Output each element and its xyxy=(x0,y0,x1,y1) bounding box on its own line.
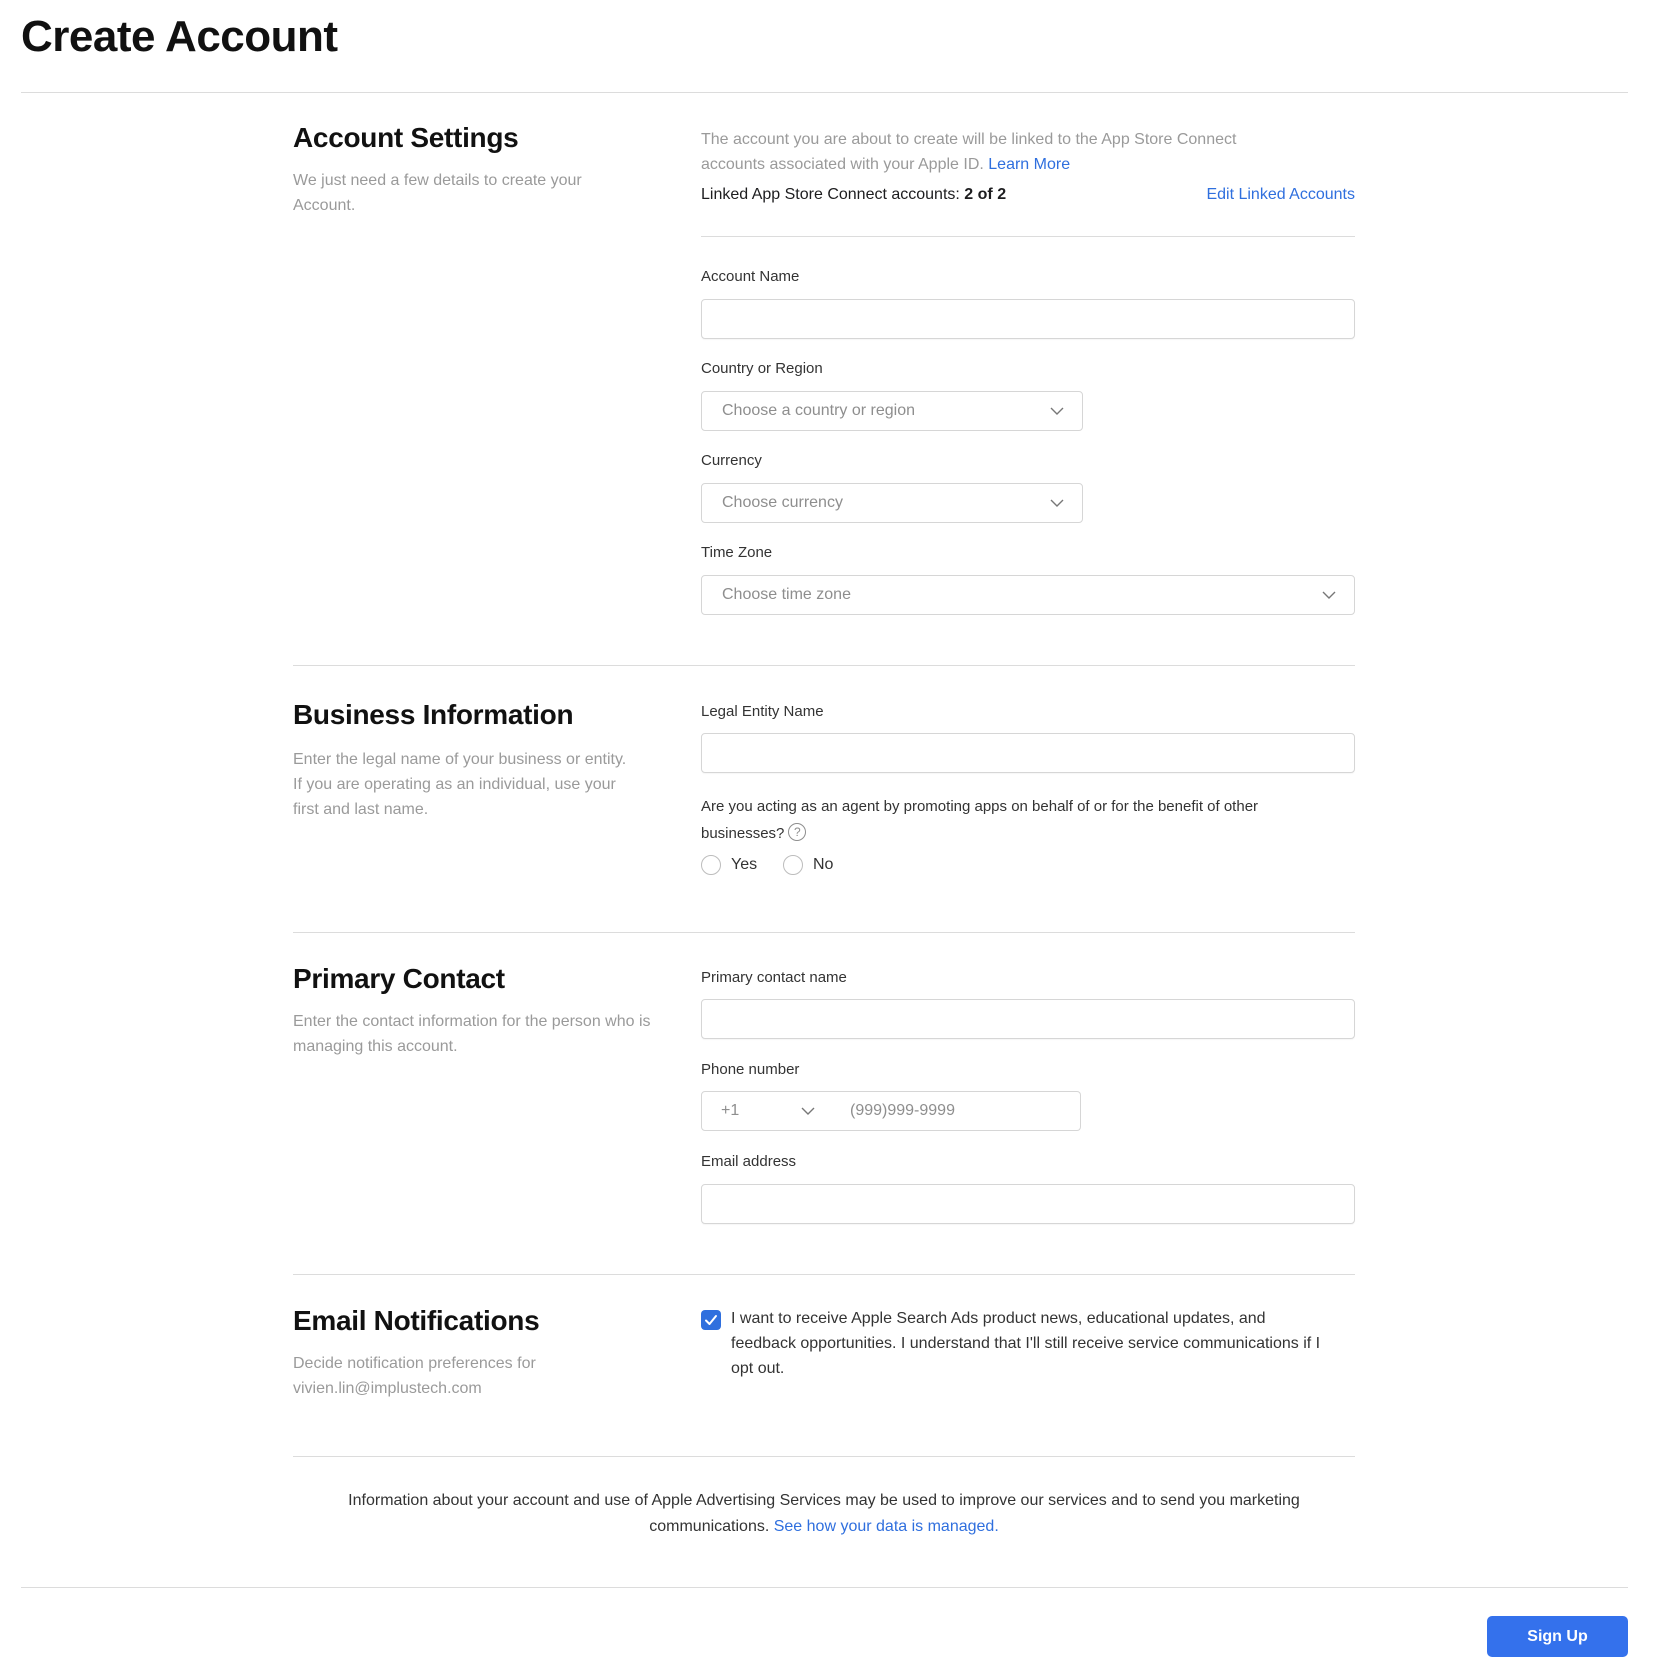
country-code-value: +1 xyxy=(721,1102,740,1119)
phone-number-label: Phone number xyxy=(701,1061,800,1078)
chevron-down-icon xyxy=(801,1107,815,1115)
legal-entity-input[interactable] xyxy=(701,733,1355,773)
currency-placeholder: Choose currency xyxy=(722,494,843,511)
email-address-input[interactable] xyxy=(701,1184,1355,1224)
business-information-description: Enter the legal name of your business or… xyxy=(293,751,627,818)
sign-up-button[interactable]: Sign Up xyxy=(1487,1616,1628,1657)
legal-entity-label: Legal Entity Name xyxy=(701,703,824,720)
linked-accounts-count: 2 of 2 xyxy=(964,186,1007,203)
edit-linked-accounts-link[interactable]: Edit Linked Accounts xyxy=(1206,186,1355,204)
page-title: Create Account xyxy=(21,12,338,61)
linked-accounts-status: Linked App Store Connect accounts: 2 of … xyxy=(701,186,1007,203)
section-divider xyxy=(293,665,1355,666)
section-divider xyxy=(293,932,1355,933)
phone-placeholder: (999)999-9999 xyxy=(850,1102,955,1119)
business-information-title: Business Information xyxy=(293,699,574,730)
country-placeholder: Choose a country or region xyxy=(722,402,915,419)
linked-info-text: The account you are about to create will… xyxy=(701,131,1237,173)
email-notifications-title: Email Notifications xyxy=(293,1305,540,1336)
country-code-select[interactable]: +1 xyxy=(701,1091,832,1131)
section-divider xyxy=(293,1274,1355,1275)
chevron-down-icon xyxy=(1050,499,1064,507)
account-name-label: Account Name xyxy=(701,268,800,285)
section-divider xyxy=(293,1456,1355,1457)
marketing-opt-in-label: I want to receive Apple Search Ads produ… xyxy=(731,1310,1321,1377)
timezone-select[interactable]: Choose time zone xyxy=(701,575,1355,615)
agent-yes-label: Yes xyxy=(731,856,758,873)
currency-select[interactable]: Choose currency xyxy=(701,483,1083,523)
header-divider xyxy=(21,92,1628,93)
timezone-placeholder: Choose time zone xyxy=(722,586,851,603)
divider xyxy=(701,236,1355,237)
agent-question: Are you acting as an agent by promoting … xyxy=(701,798,1259,842)
account-name-input[interactable] xyxy=(701,299,1355,339)
footer-divider xyxy=(21,1587,1628,1588)
agent-no-radio[interactable] xyxy=(783,855,803,875)
marketing-opt-in-checkbox[interactable] xyxy=(701,1310,721,1330)
user-email: vivien.lin@implustech.com xyxy=(293,1380,482,1397)
primary-contact-title: Primary Contact xyxy=(293,963,505,994)
primary-contact-name-input[interactable] xyxy=(701,999,1355,1039)
data-usage-notice: Information about your account and use o… xyxy=(348,1492,1300,1535)
account-settings-description: We just need a few details to create you… xyxy=(293,172,582,214)
data-management-link[interactable]: See how your data is managed. xyxy=(774,1518,999,1535)
question-circle-icon[interactable]: ? xyxy=(788,823,807,841)
primary-contact-description: Enter the contact information for the pe… xyxy=(293,1013,651,1055)
country-select[interactable]: Choose a country or region xyxy=(701,391,1083,431)
learn-more-link[interactable]: Learn More xyxy=(988,156,1070,173)
currency-label: Currency xyxy=(701,452,762,469)
email-notifications-description: Decide notification preferences for vivi… xyxy=(293,1351,653,1401)
agent-yes-radio[interactable] xyxy=(701,855,721,875)
timezone-label: Time Zone xyxy=(701,544,773,561)
email-address-label: Email address xyxy=(701,1153,797,1170)
chevron-down-icon xyxy=(1050,407,1064,415)
account-settings-title: Account Settings xyxy=(293,122,519,153)
primary-contact-name-label: Primary contact name xyxy=(701,969,847,986)
agent-no-label: No xyxy=(813,856,834,873)
phone-number-input[interactable]: (999)999-9999 xyxy=(831,1091,1081,1131)
country-label: Country or Region xyxy=(701,360,823,377)
chevron-down-icon xyxy=(1322,591,1336,599)
checkmark-icon xyxy=(705,1315,717,1325)
